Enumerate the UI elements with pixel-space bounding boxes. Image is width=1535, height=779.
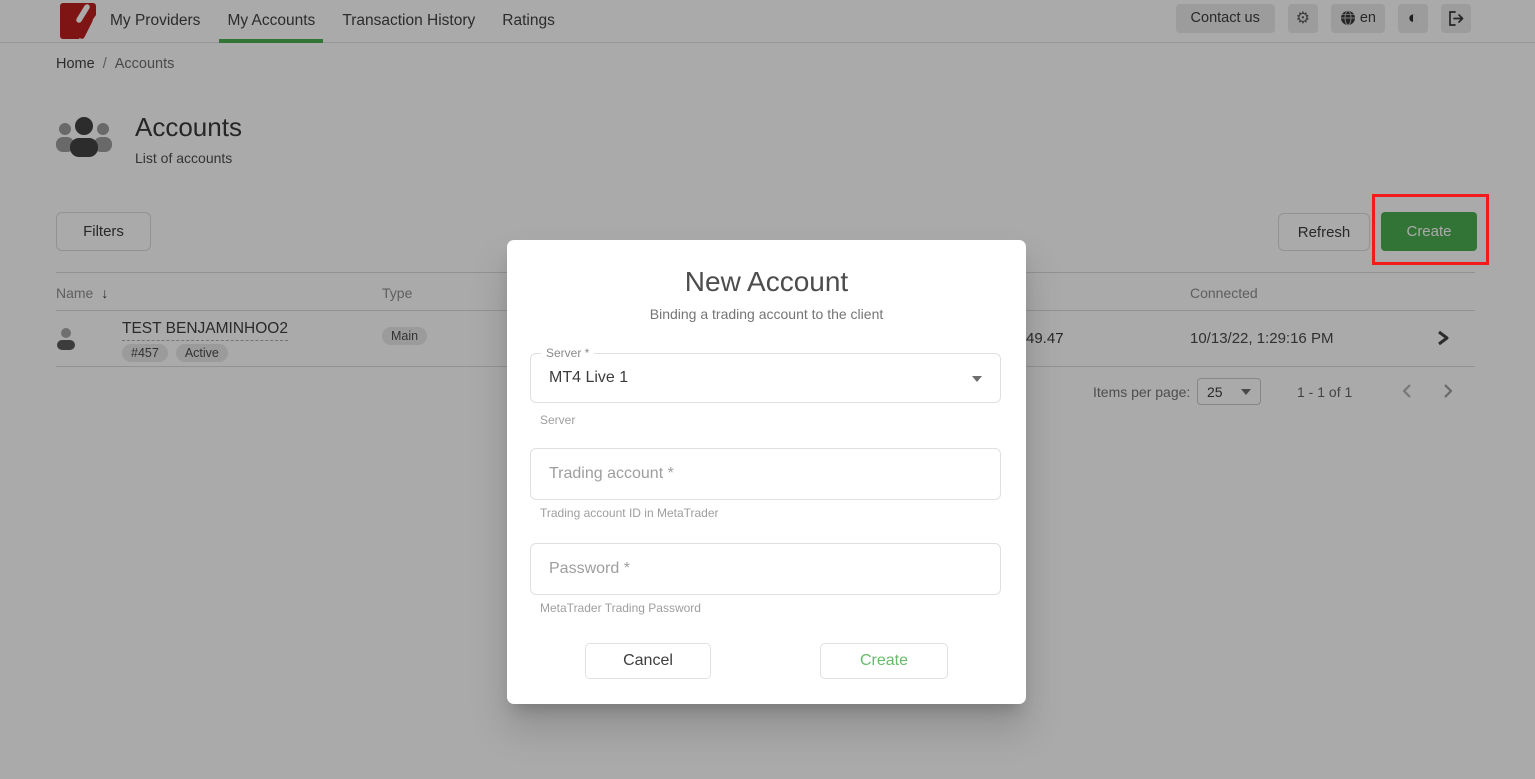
server-select-caret-icon (972, 376, 982, 382)
server-select-value: MT4 Live 1 (549, 354, 628, 402)
trading-account-hint: Trading account ID in MetaTrader (540, 506, 719, 520)
new-account-dialog: New Account Binding a trading account to… (507, 240, 1026, 704)
dialog-create-button[interactable]: Create (820, 643, 948, 679)
dialog-title: New Account (507, 266, 1026, 298)
dialog-subtitle: Binding a trading account to the client (507, 306, 1026, 322)
server-select[interactable]: Server * MT4 Live 1 (530, 353, 1001, 403)
page: My Providers My Accounts Transaction His… (0, 0, 1535, 779)
password-input[interactable] (530, 543, 1001, 595)
password-hint: MetaTrader Trading Password (540, 601, 701, 615)
dialog-cancel-button[interactable]: Cancel (585, 643, 711, 679)
trading-account-input[interactable] (530, 448, 1001, 500)
server-hint: Server (540, 413, 575, 427)
